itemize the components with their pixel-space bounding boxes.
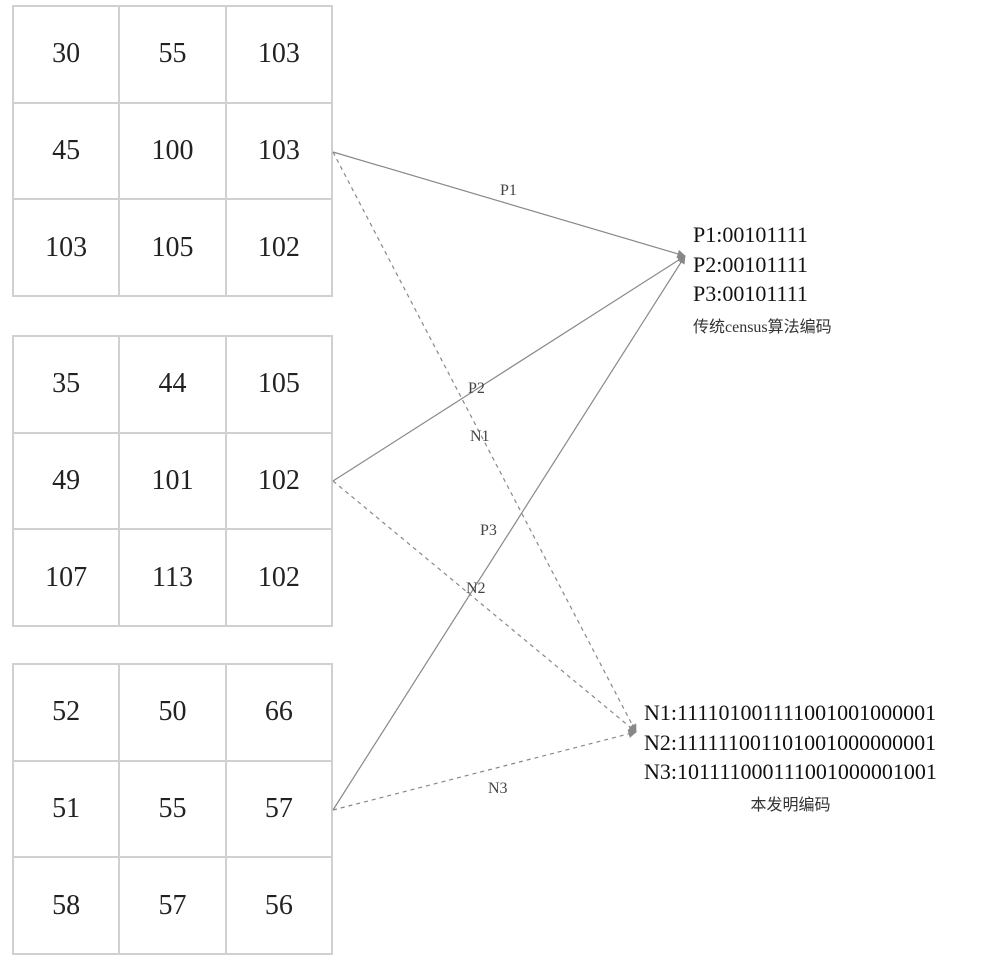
p-caption: 传统census算法编码 [693, 317, 832, 339]
cell: 105 [119, 199, 225, 296]
line-p1 [333, 152, 685, 256]
cell: 107 [13, 529, 119, 626]
cell: 49 [13, 433, 119, 530]
cell: 100 [119, 103, 225, 200]
cell: 103 [13, 199, 119, 296]
cell: 51 [13, 761, 119, 858]
cell: 66 [226, 664, 332, 761]
cell: 103 [226, 103, 332, 200]
p-encoding-block: P1:00101111 P2:00101111 P3:00101111 传统ce… [693, 220, 832, 339]
cell: 101 [119, 433, 225, 530]
cell: 57 [226, 761, 332, 858]
cell: 55 [119, 6, 225, 103]
cell: 35 [13, 336, 119, 433]
n-caption: 本发明编码 [644, 795, 937, 817]
n2-code: N2:111111001101001000000001 [644, 728, 937, 758]
cell: 58 [13, 857, 119, 954]
edge-label-p1: P1 [500, 182, 517, 200]
cell: 52 [13, 664, 119, 761]
cell: 45 [13, 103, 119, 200]
p1-code: P1:00101111 [693, 220, 832, 250]
cell: 103 [226, 6, 332, 103]
grid-3: 52 50 66 51 55 57 58 57 56 [12, 663, 333, 955]
n-encoding-block: N1:111101001111001001000001 N2:111111001… [644, 698, 937, 817]
cell: 102 [226, 433, 332, 530]
line-p3 [333, 256, 685, 810]
grid-2: 35 44 105 49 101 102 107 113 102 [12, 335, 333, 627]
grid-1: 30 55 103 45 100 103 103 105 102 [12, 5, 333, 297]
edge-label-n3: N3 [488, 780, 508, 798]
cell: 44 [119, 336, 225, 433]
cell: 30 [13, 6, 119, 103]
line-p2 [333, 256, 685, 481]
cell: 57 [119, 857, 225, 954]
edge-label-n1: N1 [470, 428, 490, 446]
cell: 105 [226, 336, 332, 433]
p2-code: P2:00101111 [693, 250, 832, 280]
cell: 113 [119, 529, 225, 626]
edge-label-p2: P2 [468, 380, 485, 398]
line-n2 [333, 481, 636, 732]
cell: 102 [226, 529, 332, 626]
n1-code: N1:111101001111001001000001 [644, 698, 937, 728]
cell: 55 [119, 761, 225, 858]
cell: 102 [226, 199, 332, 296]
p3-code: P3:00101111 [693, 279, 832, 309]
edge-label-p3: P3 [480, 522, 497, 540]
cell: 50 [119, 664, 225, 761]
n3-code: N3:101111000111001000001001 [644, 757, 937, 787]
line-n3 [333, 732, 636, 810]
edge-label-n2: N2 [466, 580, 486, 598]
cell: 56 [226, 857, 332, 954]
